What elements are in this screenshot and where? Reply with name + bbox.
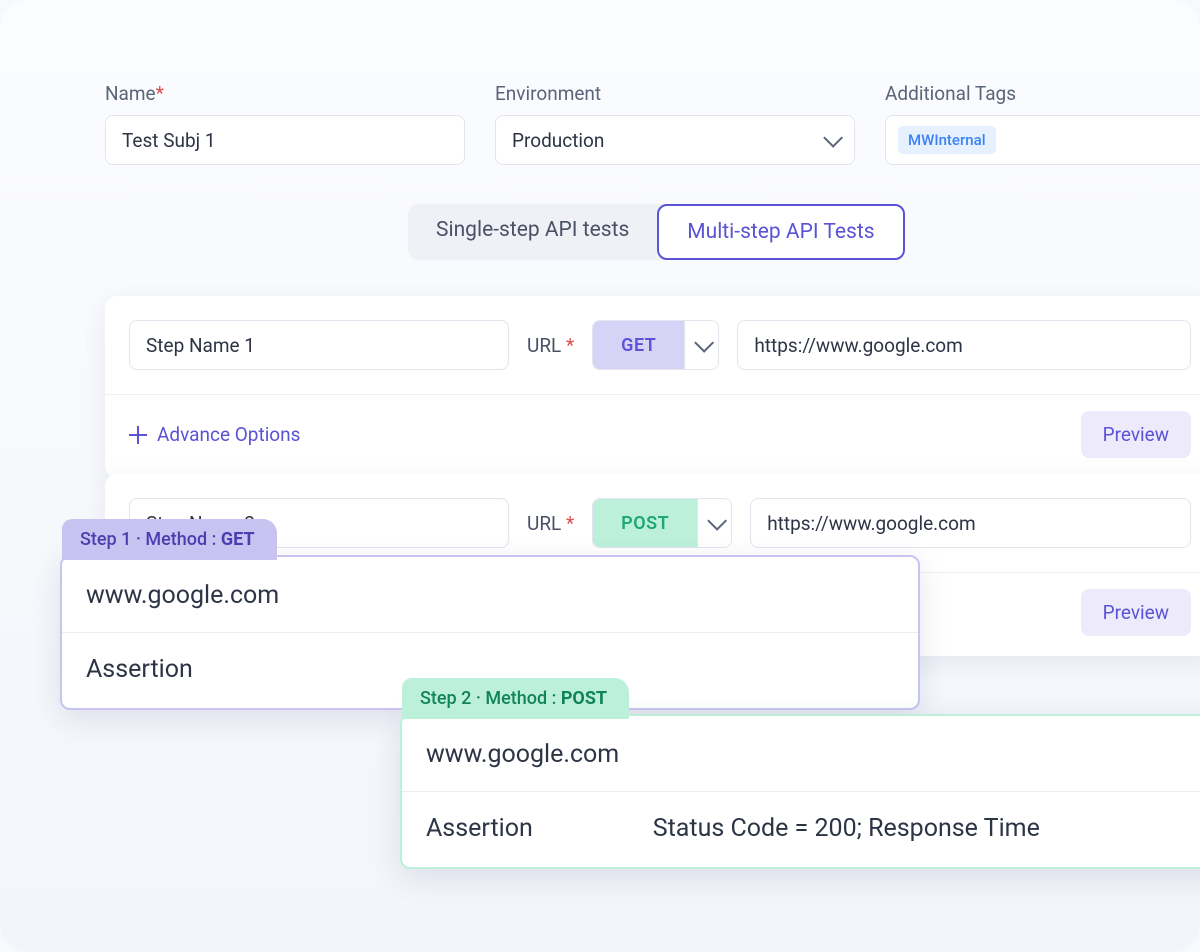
tags-field-group: Additional Tags MWInternal bbox=[885, 82, 1200, 165]
popover-tab-1-prefix: Step 1 · Method : bbox=[80, 529, 221, 550]
environment-value: Production bbox=[512, 129, 604, 152]
advance-options-label-1: Advance Options bbox=[157, 423, 300, 446]
url-label-1: URL * bbox=[527, 334, 574, 357]
name-field-group: Name* bbox=[105, 82, 465, 165]
method-select-2[interactable]: POST bbox=[592, 498, 732, 548]
tag-chip[interactable]: MWInternal bbox=[898, 126, 996, 154]
method-select-1[interactable]: GET bbox=[592, 320, 719, 370]
method-caret-2 bbox=[697, 499, 731, 547]
advance-options-1[interactable]: Advance Options bbox=[129, 423, 300, 446]
popover-tab-1-method: GET bbox=[221, 529, 255, 550]
tab-single-step[interactable]: Single-step API tests bbox=[408, 204, 657, 260]
popover-tab-1: Step 1 · Method : GET bbox=[62, 519, 277, 560]
step-row-1: URL * GET bbox=[105, 320, 1200, 394]
popover-tab-2-prefix: Step 2 · Method : bbox=[420, 688, 561, 709]
popover-2-assertion-row: Assertion Status Code = 200; Response Ti… bbox=[402, 792, 1200, 867]
method-pill-get: GET bbox=[593, 321, 684, 369]
environment-label: Environment bbox=[495, 82, 855, 105]
method-pill-post: POST bbox=[593, 499, 697, 547]
popover-1-assertion-label: Assertion bbox=[86, 655, 193, 684]
chevron-down-icon bbox=[823, 128, 843, 148]
tags-label: Additional Tags bbox=[885, 82, 1200, 105]
url-required-1: * bbox=[566, 334, 574, 357]
popover-tab-2: Step 2 · Method : POST bbox=[402, 678, 629, 719]
step-card-1: URL * GET Advance Options Preview bbox=[105, 296, 1200, 478]
environment-select[interactable]: Production bbox=[495, 115, 855, 165]
popover-step-2: Step 2 · Method : POST www.google.com As… bbox=[400, 714, 1200, 869]
url-label-text-2: URL bbox=[527, 512, 561, 535]
chevron-down-icon bbox=[707, 511, 727, 531]
plus-icon bbox=[129, 426, 147, 444]
url-label-2: URL * bbox=[527, 512, 574, 535]
test-type-tabs: Single-step API tests Multi-step API Tes… bbox=[408, 204, 905, 260]
popover-tab-2-method: POST bbox=[561, 688, 607, 709]
form-header: Name* Environment Production Additional … bbox=[105, 82, 1200, 165]
method-caret-1 bbox=[684, 321, 718, 369]
environment-field-group: Environment Production bbox=[495, 82, 855, 165]
name-label-text: Name bbox=[105, 82, 156, 105]
tags-input[interactable]: MWInternal bbox=[885, 115, 1200, 165]
url-input-1[interactable] bbox=[737, 320, 1191, 370]
url-label-text-1: URL bbox=[527, 334, 561, 357]
url-input-2[interactable] bbox=[750, 498, 1191, 548]
popover-2-assertion-value: Status Code = 200; Response Time bbox=[653, 814, 1040, 843]
step-footer-1: Advance Options Preview bbox=[105, 394, 1200, 478]
preview-button-2[interactable]: Preview bbox=[1081, 589, 1191, 636]
name-required: * bbox=[156, 82, 164, 105]
tab-multi-step[interactable]: Multi-step API Tests bbox=[657, 204, 904, 260]
canvas: Name* Environment Production Additional … bbox=[0, 0, 1200, 952]
step-name-input-1[interactable] bbox=[129, 320, 509, 370]
name-input[interactable] bbox=[105, 115, 465, 165]
popover-2-assertion-label: Assertion bbox=[426, 814, 533, 843]
popover-2-url: www.google.com bbox=[402, 716, 1200, 791]
name-label: Name* bbox=[105, 82, 465, 105]
popover-1-url: www.google.com bbox=[62, 557, 918, 632]
url-required-2: * bbox=[566, 512, 574, 535]
chevron-down-icon bbox=[694, 333, 714, 353]
preview-button-1[interactable]: Preview bbox=[1081, 411, 1191, 458]
